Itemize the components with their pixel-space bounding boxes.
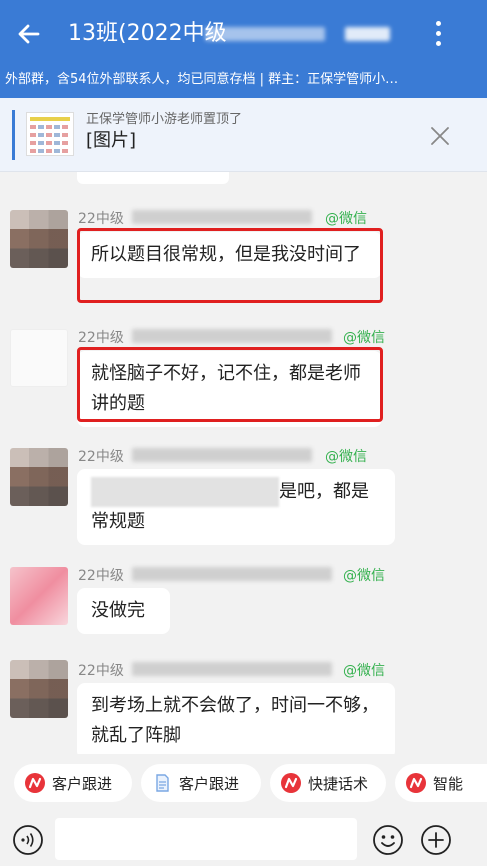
message-bubble[interactable]: 到考场上就不会做了，时间一不够，就乱了阵脚 [77,683,395,754]
message-text: 到考场上就不会做了，时间一不够，就乱了阵脚 [91,695,379,746]
group-info[interactable]: 外部群，含54位外部联系人，均已同意存档 | 群主：正保学管师小… [0,70,487,98]
message-text: 没做完 [91,600,145,621]
quick-action-smart[interactable]: 智能 [395,764,487,802]
plus-icon[interactable] [420,824,452,856]
highlight-box [77,228,383,303]
input-bar [0,812,487,866]
message-text: 是吧，都是 [279,481,369,502]
chat-header: 13班(2022中级 [0,0,487,70]
sender-blur [132,662,332,676]
brand-badge-icon [281,773,301,793]
pinned-content: [图片] [86,130,137,151]
sender-blur [132,210,312,224]
title-blur [345,27,390,41]
sender-name: 22中级 [78,330,124,346]
sender-source: @微信 [343,330,385,346]
sender-name: 22中级 [78,568,124,584]
message-input[interactable] [55,818,357,860]
document-icon [156,774,169,792]
pin-indicator [12,110,15,160]
message-bubble[interactable]: 是吧，都是 常规题 [77,469,395,545]
avatar[interactable] [10,660,68,718]
sender-name: 22中级 [78,663,124,679]
quick-action-customer-followup-doc[interactable]: 客户跟进 [141,764,261,802]
quick-action-quick-reply[interactable]: 快捷话术 [270,764,386,802]
title-blur [205,27,325,41]
message-text: 常规题 [91,511,145,532]
redacted-text [91,477,279,507]
avatar[interactable] [10,210,68,268]
group-title: 13班(2022中级 [68,21,227,46]
avatar[interactable] [10,567,68,625]
sender-source: @微信 [343,568,385,584]
highlight-box [77,347,383,422]
quick-action-bar: 客户跟进 客户跟进 快捷话术 智能 [0,754,487,812]
sender-source: @微信 [325,211,367,227]
sender-name: 22中级 [78,449,124,465]
sender-blur [132,329,332,343]
quick-action-customer-followup[interactable]: 客户跟进 [14,764,132,802]
sender-source: @微信 [325,449,367,465]
sender-blur [132,567,332,581]
brand-badge-icon [25,773,45,793]
more-vertical-icon[interactable] [428,18,448,50]
back-arrow-icon[interactable] [14,19,44,49]
avatar[interactable] [10,448,68,506]
sender-blur [132,448,312,462]
message-bubble[interactable]: 没做完 [77,588,170,634]
voice-icon[interactable] [12,824,44,856]
pinned-message[interactable]: 正保学管师小游老师置顶了 [图片] [0,98,487,172]
pinned-image-thumbnail [26,112,74,156]
close-icon[interactable] [428,124,452,148]
emoji-icon[interactable] [372,824,404,856]
pinned-by: 正保学管师小游老师置顶了 [86,112,243,127]
avatar[interactable] [10,329,68,387]
sender-source: @微信 [343,663,385,679]
sender-name: 22中级 [78,211,124,227]
message-bubble [77,172,229,184]
message-list[interactable]: 22中级 @微信 所以题目很常规，但是我没时间了 22中级 @微信 就怪脑子不好… [0,172,487,754]
brand-badge-icon [406,773,426,793]
